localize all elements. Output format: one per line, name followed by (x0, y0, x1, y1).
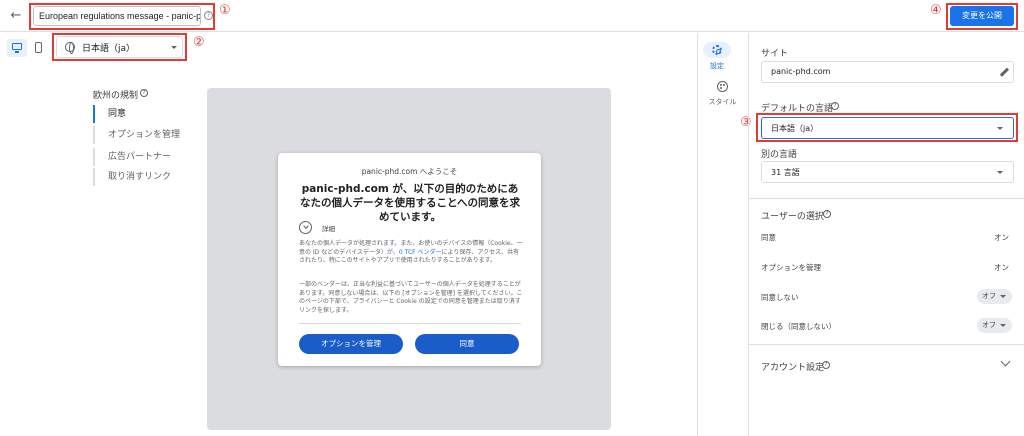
settings-tab-label[interactable]: 設定 (703, 61, 731, 71)
expand-chevron-icon[interactable] (299, 221, 312, 234)
choice-row-manage-options: オプションを管理 (761, 263, 821, 272)
annotation-marker-1: ① (219, 3, 231, 18)
dialog-paragraph-2: 一部のベンダーは、正当な利益に基づいてユーザーの個人データを処理することがありま… (299, 281, 523, 314)
decline-toggle-value: オフ (982, 292, 996, 300)
desktop-preview-icon[interactable] (7, 39, 27, 57)
close-toggle-value: オフ (982, 321, 996, 329)
choice-value-consent: オン (994, 233, 1009, 242)
nav-section-title: 欧州の規制 (93, 91, 139, 101)
panel-divider (748, 33, 749, 436)
mobile-preview-icon[interactable] (31, 39, 47, 57)
site-field[interactable]: panic-phd.com (761, 61, 1014, 83)
nav-item-manage-options[interactable]: オプションを管理 (93, 126, 198, 144)
chevron-down-icon[interactable] (1000, 356, 1011, 367)
annotation-box-4 (946, 3, 1018, 30)
user-choice-help-icon[interactable]: ? (823, 210, 831, 218)
globe-icon (65, 42, 75, 54)
consent-dialog-preview: panic-phd.com へようこそ panic-phd.com が、以下の目… (278, 153, 541, 366)
account-settings-help-icon[interactable]: ? (822, 361, 830, 369)
close-toggle-select[interactable]: オフ (977, 318, 1012, 333)
consent-button[interactable]: 同意 (415, 334, 519, 354)
back-arrow-icon[interactable]: ← (8, 8, 24, 24)
annotation-marker-4: ④ (930, 3, 942, 18)
dropdown-caret-icon (1000, 295, 1006, 298)
annotation-marker-3: ③ (740, 115, 752, 130)
palette-icon[interactable] (717, 81, 728, 92)
section-divider (749, 344, 1024, 345)
preview-language-value: 日本語（ja） (82, 44, 136, 54)
settings-tab[interactable] (703, 42, 731, 58)
preview-language-select[interactable]: 日本語（ja） (56, 36, 183, 58)
manage-options-button[interactable]: オプションを管理 (299, 334, 403, 354)
default-language-help-icon[interactable]: ? (831, 102, 839, 110)
dropdown-caret-icon (1000, 324, 1006, 327)
nav-help-icon[interactable]: ? (140, 89, 148, 97)
tcf-vendors-link[interactable]: 0 TCF ベンダー (399, 249, 442, 256)
edit-pencil-icon[interactable] (999, 67, 1009, 77)
annotation-box-1 (29, 3, 215, 30)
style-tab-label[interactable]: スタイル (700, 97, 745, 107)
choice-row-consent: 同意 (761, 233, 776, 242)
dialog-welcome: panic-phd.com へようこそ (361, 167, 458, 176)
choice-row-close: 閉じる（同意しない） (761, 322, 836, 331)
default-language-value: 日本語（ja） (771, 124, 819, 133)
dialog-heading: panic-phd.com が、以下の目的のためにあなたの個人データを使用するこ… (300, 183, 520, 223)
editor-divider (697, 33, 698, 436)
nav-item-revoke-link[interactable]: 取り消すリンク (93, 168, 198, 186)
choice-row-decline: 同意しない (761, 293, 799, 302)
site-value: panic-phd.com (771, 67, 831, 76)
other-language-value: 31 言語 (771, 168, 800, 177)
section-divider (749, 198, 1024, 199)
dropdown-caret-icon (171, 46, 177, 49)
details-label: 詳細 (322, 225, 335, 233)
site-label: サイト (761, 49, 789, 59)
user-choice-label: ユーザーの選択 (761, 212, 824, 222)
account-settings-label[interactable]: アカウント設定 (761, 360, 824, 373)
annotation-marker-2: ② (193, 35, 205, 50)
nav-item-ad-partners[interactable]: 広告パートナー (93, 148, 198, 166)
default-language-select[interactable]: 日本語（ja） (761, 117, 1014, 139)
decline-toggle-select[interactable]: オフ (977, 289, 1012, 304)
default-language-label: デフォルトの言語 (761, 104, 834, 114)
choice-value-manage-options: オン (994, 263, 1009, 272)
nav-item-consent[interactable]: 同意 (93, 105, 198, 123)
other-language-select[interactable]: 31 言語 (761, 161, 1014, 183)
dropdown-caret-icon (997, 171, 1003, 174)
dropdown-caret-icon (997, 127, 1003, 130)
gear-icon (712, 45, 722, 55)
dialog-paragraph-1: あなたの個人データが処理されます。また、お使いのデバイスの情報（Cookie、一… (299, 240, 523, 264)
other-language-label: 別の言語 (761, 150, 798, 160)
dialog-divider (299, 323, 521, 324)
